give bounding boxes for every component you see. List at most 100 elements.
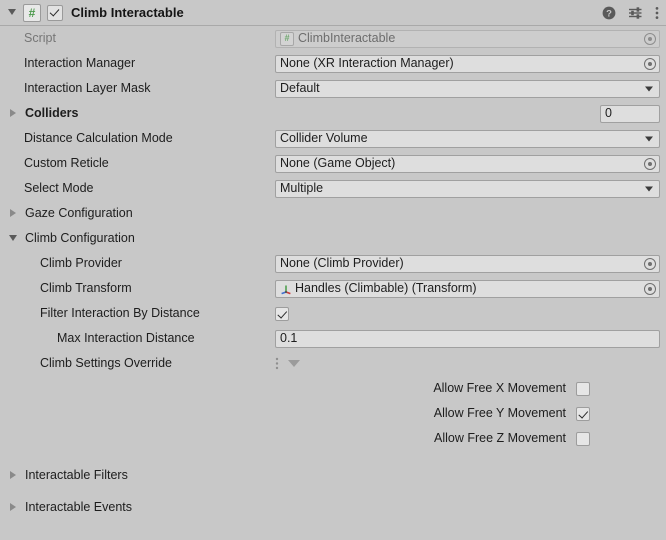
chevron-down-icon[interactable] <box>645 86 653 91</box>
script-icon: # <box>23 4 41 22</box>
row-interactable-filters[interactable]: Interactable Filters <box>0 463 666 488</box>
colliders-label: Colliders <box>25 107 79 120</box>
row-interactable-events[interactable]: Interactable Events <box>0 495 666 520</box>
interactable-events-label: Interactable Events <box>25 501 132 514</box>
max-interaction-distance-label: Max Interaction Distance <box>57 332 195 345</box>
climb-configuration-label: Climb Configuration <box>25 232 135 245</box>
climb-provider-field[interactable]: None (Climb Provider) <box>275 255 660 273</box>
allow-free-x-movement-label: Allow Free X Movement <box>433 382 566 395</box>
script-icon: # <box>280 32 294 46</box>
component-enabled-checkbox[interactable] <box>47 5 63 21</box>
distance-calculation-mode-label: Distance Calculation Mode <box>24 132 173 145</box>
label-cell: Interaction Layer Mask <box>0 82 275 95</box>
transform-axis-icon <box>280 283 292 295</box>
script-label: Script <box>24 32 56 45</box>
script-field-value: ClimbInteractable <box>298 32 395 45</box>
row-custom-reticle: Custom Reticle None (Game Object) <box>0 151 666 176</box>
colliders-count-field[interactable]: 0 <box>600 105 660 123</box>
override-dropdown-icon[interactable] <box>288 360 300 367</box>
row-interaction-layer-mask: Interaction Layer Mask Default <box>0 76 666 101</box>
label-cell: Interaction Manager <box>0 57 275 70</box>
label-cell: Allow Free Y Movement <box>0 407 576 420</box>
interaction-manager-label: Interaction Manager <box>24 57 135 70</box>
select-mode-dropdown[interactable]: Multiple <box>275 180 660 198</box>
interactable-filters-foldout[interactable]: Interactable Filters <box>0 469 275 482</box>
row-climb-transform: Climb Transform Handles (Climbable) (Tra… <box>0 276 666 301</box>
interaction-layer-mask-dropdown[interactable]: Default <box>275 80 660 98</box>
allow-free-z-movement-checkbox[interactable] <box>576 432 590 446</box>
component-header[interactable]: # Climb Interactable ? <box>0 0 666 26</box>
row-allow-free-y-movement: Allow Free Y Movement <box>0 401 666 426</box>
allow-free-x-movement-checkbox[interactable] <box>576 382 590 396</box>
script-field: # ClimbInteractable <box>275 30 660 48</box>
interaction-layer-mask-label: Interaction Layer Mask <box>24 82 150 95</box>
custom-reticle-value: None (Game Object) <box>280 157 395 170</box>
filter-interaction-by-distance-checkbox[interactable] <box>275 307 289 321</box>
colliders-count-value: 0 <box>605 107 612 120</box>
section-spacer <box>0 488 666 495</box>
custom-reticle-field[interactable]: None (Game Object) <box>275 155 660 173</box>
header-icon-group: ? <box>602 0 659 25</box>
allow-free-y-movement-label: Allow Free Y Movement <box>434 407 566 420</box>
label-cell: Distance Calculation Mode <box>0 132 275 145</box>
label-cell: Allow Free X Movement <box>0 382 576 395</box>
kebab-menu-icon[interactable] <box>655 6 659 20</box>
chevron-down-icon[interactable] <box>645 136 653 141</box>
distance-calculation-mode-value: Collider Volume <box>280 132 368 145</box>
object-picker-icon <box>644 33 656 45</box>
row-filter-interaction-by-distance: Filter Interaction By Distance <box>0 301 666 326</box>
colliders-foldout[interactable]: Colliders <box>0 107 275 120</box>
row-climb-configuration[interactable]: Climb Configuration <box>0 226 666 251</box>
preset-icon[interactable] <box>628 6 643 20</box>
allow-free-z-movement-label: Allow Free Z Movement <box>434 432 566 445</box>
distance-calculation-mode-dropdown[interactable]: Collider Volume <box>275 130 660 148</box>
row-climb-settings-override: Climb Settings Override <box>0 351 666 376</box>
gaze-configuration-label: Gaze Configuration <box>25 207 133 220</box>
label-cell: Climb Provider <box>0 257 275 270</box>
gaze-configuration-foldout[interactable]: Gaze Configuration <box>0 207 275 220</box>
label-cell: Climb Settings Override <box>0 357 275 370</box>
interactable-events-foldout[interactable]: Interactable Events <box>0 501 275 514</box>
select-mode-label: Select Mode <box>24 182 93 195</box>
row-allow-free-x-movement: Allow Free X Movement <box>0 376 666 401</box>
climb-transform-value: Handles (Climbable) (Transform) <box>295 282 477 295</box>
interaction-manager-value: None (XR Interaction Manager) <box>280 57 454 70</box>
interaction-layer-mask-value: Default <box>280 82 320 95</box>
allow-free-y-movement-checkbox[interactable] <box>576 407 590 421</box>
label-cell: Max Interaction Distance <box>0 332 275 345</box>
row-gaze-configuration[interactable]: Gaze Configuration <box>0 201 666 226</box>
inspector-panel: # Climb Interactable ? <box>0 0 666 540</box>
interactable-filters-label: Interactable Filters <box>25 469 128 482</box>
chevron-down-icon[interactable] <box>645 186 653 191</box>
climb-settings-override-label: Climb Settings Override <box>40 357 172 370</box>
component-foldout-toggle[interactable] <box>6 6 19 19</box>
label-cell: Select Mode <box>0 182 275 195</box>
label-cell: Custom Reticle <box>0 157 275 170</box>
climb-transform-field[interactable]: Handles (Climbable) (Transform) <box>275 280 660 298</box>
svg-text:?: ? <box>606 8 612 19</box>
row-interaction-manager: Interaction Manager None (XR Interaction… <box>0 51 666 76</box>
label-cell: Allow Free Z Movement <box>0 432 576 445</box>
row-allow-free-z-movement: Allow Free Z Movement <box>0 426 666 451</box>
label-cell: Script <box>0 32 275 45</box>
max-interaction-distance-input[interactable]: 0.1 <box>275 330 660 348</box>
row-colliders: Colliders 0 <box>0 101 666 126</box>
object-picker-icon[interactable] <box>644 258 656 270</box>
climb-configuration-foldout[interactable]: Climb Configuration <box>0 232 275 245</box>
object-picker-icon[interactable] <box>644 158 656 170</box>
chevron-down-icon[interactable] <box>7 232 20 245</box>
interaction-manager-field[interactable]: None (XR Interaction Manager) <box>275 55 660 73</box>
chevron-right-icon[interactable] <box>7 107 20 120</box>
chevron-right-icon[interactable] <box>7 207 20 220</box>
climb-provider-label: Climb Provider <box>40 257 122 270</box>
chevron-right-icon[interactable] <box>7 501 20 514</box>
object-picker-icon[interactable] <box>644 283 656 295</box>
row-select-mode: Select Mode Multiple <box>0 176 666 201</box>
row-script: Script # ClimbInteractable <box>0 26 666 51</box>
object-picker-icon[interactable] <box>644 58 656 70</box>
help-icon[interactable]: ? <box>602 6 616 20</box>
chevron-right-icon[interactable] <box>7 469 20 482</box>
component-title: Climb Interactable <box>71 5 184 20</box>
climb-transform-label: Climb Transform <box>40 282 132 295</box>
override-kebab-menu-icon[interactable] <box>275 357 279 370</box>
